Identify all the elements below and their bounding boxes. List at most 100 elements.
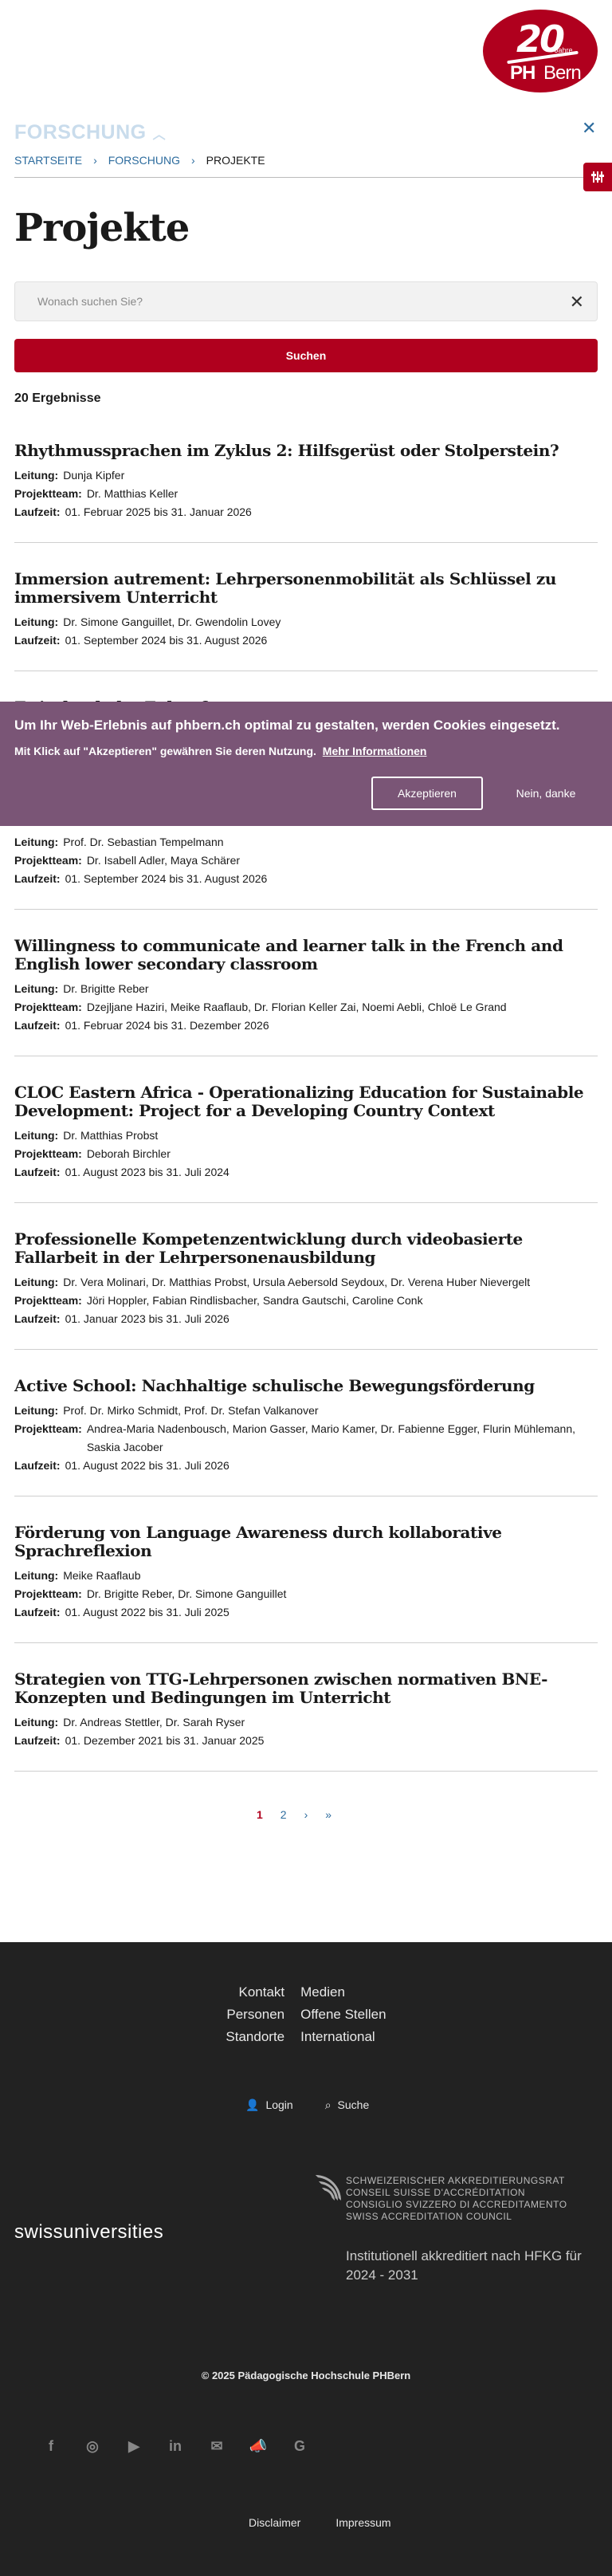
cookie-sub-text: Mit Klick auf "Akzeptieren" gewähren Sie… <box>14 745 316 757</box>
projektteam-label: Projektteam: <box>14 487 82 500</box>
accreditation-council: SCHWEIZERISCHER AKKREDITIERUNGSRAT CONSE… <box>346 2175 567 2223</box>
page-1[interactable]: 1 <box>257 1808 263 1821</box>
project-leitung: Leitung: Dr. Andreas Stettler, Dr. Sarah … <box>14 1713 598 1732</box>
instagram-icon[interactable]: ◎ <box>83 2436 102 2456</box>
impressum-link[interactable]: Impressum <box>335 2516 390 2529</box>
laufzeit-value: 01. September 2024 bis 31. August 2026 <box>65 872 268 885</box>
user-icon: 👤 <box>245 2098 260 2111</box>
project-title[interactable]: Active School: Nachhaltige schulische Be… <box>14 1377 598 1395</box>
project-laufzeit: Laufzeit: 01. Februar 2024 bis 31. Dezemb… <box>14 1017 598 1035</box>
leitung-value: Meike Raaflaub <box>63 1569 141 1582</box>
project-title[interactable]: CLOC Eastern Africa - Operationalizing E… <box>14 1083 598 1120</box>
pagination: 1 2 › » <box>257 1808 332 1821</box>
footer-link-standorte[interactable]: Standorte <box>226 2028 284 2046</box>
last-page[interactable]: » <box>325 1808 332 1821</box>
footer-link-medien[interactable]: Medien <box>300 1984 386 2001</box>
search-icon: ⌕ <box>324 2098 332 2111</box>
footer-link-international[interactable]: International <box>300 2028 386 2046</box>
clear-icon[interactable]: ✕ <box>570 292 584 313</box>
next-page[interactable]: › <box>304 1808 308 1821</box>
swissuniversities-logo[interactable]: swissuniversities <box>14 2221 163 2244</box>
mail-icon[interactable]: ✉ <box>207 2436 226 2456</box>
project-leitung: Leitung: Dr. Brigitte Reber <box>14 980 598 998</box>
laufzeit-value: 01. September 2024 bis 31. August 2026 <box>65 634 268 647</box>
youtube-icon[interactable]: ▶ <box>124 2436 143 2456</box>
laufzeit-value: 01. Dezember 2021 bis 31. Januar 2025 <box>65 1734 265 1747</box>
copyright: © 2025 Pädagogische Hochschule PHBern <box>201 2370 411 2381</box>
accred-name-en: SWISS ACCREDITATION COUNCIL <box>346 2211 512 2222</box>
footer-link-offene-stellen[interactable]: Offene Stellen <box>300 2006 386 2023</box>
login-link[interactable]: 👤 Login <box>245 2098 293 2112</box>
project-list: Rhythmussprachen im Zyklus 2: Hilfsgerüs… <box>14 442 598 1799</box>
page-2[interactable]: 2 <box>280 1808 287 1821</box>
google-icon[interactable]: G <box>290 2436 309 2456</box>
accreditation-icon <box>316 2175 341 2226</box>
social-links: f ◎ ▶ in ✉ 📣 G <box>41 2436 309 2456</box>
projektteam-value: Dr. Matthias Keller <box>86 487 178 500</box>
megaphone-icon[interactable]: 📣 <box>249 2436 268 2456</box>
leitung-label: Leitung: <box>14 1404 59 1417</box>
cookie-accept-button[interactable]: Akzeptieren <box>371 777 483 810</box>
footer-actions: 👤 Login ⌕ Suche <box>245 2098 369 2112</box>
laufzeit-label: Laufzeit: <box>14 1166 61 1178</box>
project-projektteam: Projektteam: Dr. Brigitte Reber, Dr. Simo… <box>14 1585 598 1603</box>
search-button[interactable]: Suchen <box>14 339 598 372</box>
project-laufzeit: Laufzeit: 01. Dezember 2021 bis 31. Janua… <box>14 1732 598 1750</box>
laufzeit-label: Laufzeit: <box>14 872 61 885</box>
project-item: Willingness to communicate and learner t… <box>14 937 598 1056</box>
leitung-label: Leitung: <box>14 1129 59 1142</box>
project-projektteam: Projektteam: Andrea-Maria Nadenbousch, Ma… <box>14 1420 598 1457</box>
footer-link-personen[interactable]: Personen <box>226 2006 284 2023</box>
projektteam-value: Jöri Hoppler, Fabian Rindlisbacher, Sand… <box>86 1294 423 1307</box>
projektteam-label: Projektteam: <box>14 1147 82 1160</box>
project-item: Strategien von TTG-Lehrpersonen zwischen… <box>14 1670 598 1772</box>
footer-link-kontakt[interactable]: Kontakt <box>226 1984 284 2001</box>
breadcrumb-current: PROJEKTE <box>206 154 265 167</box>
cookie-sub: Mit Klick auf "Akzeptieren" gewähren Sie… <box>14 745 426 757</box>
cookie-deny-button[interactable]: Nein, danke <box>502 777 590 810</box>
accred-name-de: SCHWEIZERISCHER AKKREDITIERUNGSRAT <box>346 2175 565 2186</box>
page-title: Projekte <box>14 206 190 250</box>
close-icon[interactable]: ✕ <box>582 118 596 139</box>
project-projektteam: Projektteam: Jöri Hoppler, Fabian Rindlis… <box>14 1292 598 1310</box>
project-title[interactable]: Förderung von Language Awareness durch k… <box>14 1524 598 1560</box>
projektteam-value: Dr. Isabell Adler, Maya Schärer <box>86 854 241 867</box>
projektteam-label: Projektteam: <box>14 854 82 867</box>
project-title[interactable]: Rhythmussprachen im Zyklus 2: Hilfsgerüs… <box>14 442 598 460</box>
projektteam-label: Projektteam: <box>14 1422 82 1435</box>
cookie-more-link[interactable]: Mehr Informationen <box>323 745 427 757</box>
leitung-label: Leitung: <box>14 615 59 628</box>
project-item: Active School: Nachhaltige schulische Be… <box>14 1377 598 1496</box>
facebook-icon[interactable]: f <box>41 2436 61 2456</box>
projektteam-label: Projektteam: <box>14 1587 82 1600</box>
divider <box>14 177 598 178</box>
project-laufzeit: Laufzeit: 01. August 2023 bis 31. Juli 20… <box>14 1163 598 1182</box>
project-leitung: Leitung: Prof. Dr. Mirko Schmidt, Prof. D… <box>14 1402 598 1420</box>
project-laufzeit: Laufzeit: 01. Januar 2023 bis 31. Juli 20… <box>14 1310 598 1328</box>
project-laufzeit: Laufzeit: 01. September 2024 bis 31. Augu… <box>14 631 598 650</box>
project-title[interactable]: Strategien von TTG-Lehrpersonen zwischen… <box>14 1670 598 1707</box>
project-projektteam: Projektteam: Dr. Isabell Adler, Maya Schä… <box>14 851 598 870</box>
laufzeit-value: 01. August 2022 bis 31. Juli 2026 <box>65 1459 230 1472</box>
search-link[interactable]: ⌕ Suche <box>325 2098 370 2112</box>
project-title[interactable]: Willingness to communicate and learner t… <box>14 937 598 973</box>
linkedin-icon[interactable]: in <box>166 2436 185 2456</box>
breadcrumb-startseite[interactable]: STARTSEITE <box>14 154 82 167</box>
search-input[interactable] <box>15 282 541 321</box>
chevron-up-icon: ︿ <box>152 128 167 142</box>
project-laufzeit: Laufzeit: 01. August 2022 bis 31. Juli 20… <box>14 1457 598 1475</box>
laufzeit-label: Laufzeit: <box>14 505 61 518</box>
section-toggle[interactable]: FORSCHUNG ︿ <box>14 121 166 144</box>
filter-toggle-button[interactable] <box>583 163 612 191</box>
project-laufzeit: Laufzeit: 01. August 2022 bis 31. Juli 20… <box>14 1603 598 1622</box>
breadcrumb-forschung[interactable]: FORSCHUNG <box>108 154 180 167</box>
search-label: Suche <box>337 2098 370 2111</box>
leitung-value: Dr. Matthias Probst <box>63 1129 159 1142</box>
project-title[interactable]: Immersion autrement: Lehrpersonenmobilit… <box>14 570 598 607</box>
laufzeit-label: Laufzeit: <box>14 1459 61 1472</box>
project-title[interactable]: Professionelle Kompetenzentwicklung durc… <box>14 1230 598 1267</box>
disclaimer-link[interactable]: Disclaimer <box>249 2516 300 2529</box>
project-projektteam: Projektteam: Dr. Matthias Keller <box>14 485 598 503</box>
phbern-logo[interactable]: 20 Jahre PH Bern <box>483 10 598 92</box>
project-leitung: Leitung: Dr. Vera Molinari, Dr. Matthias … <box>14 1273 598 1292</box>
